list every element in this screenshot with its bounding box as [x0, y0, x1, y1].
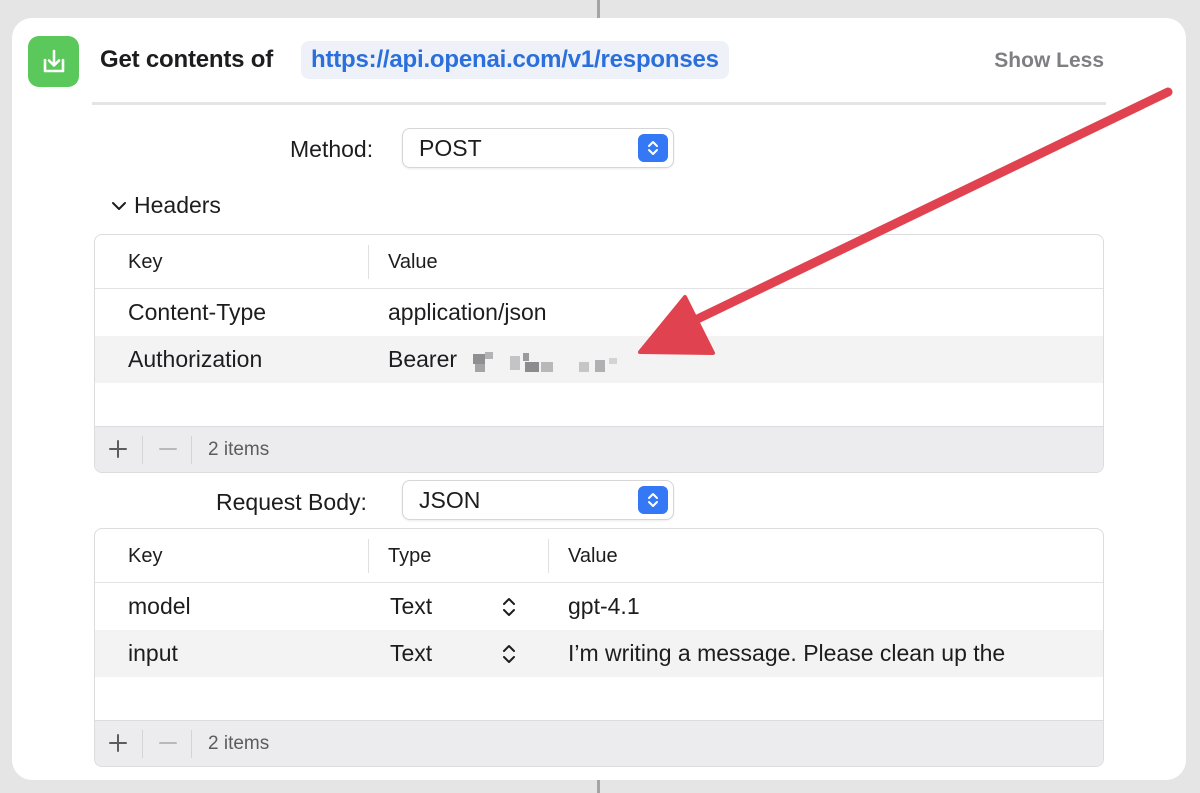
- annotation-arrow-icon: [638, 87, 1173, 355]
